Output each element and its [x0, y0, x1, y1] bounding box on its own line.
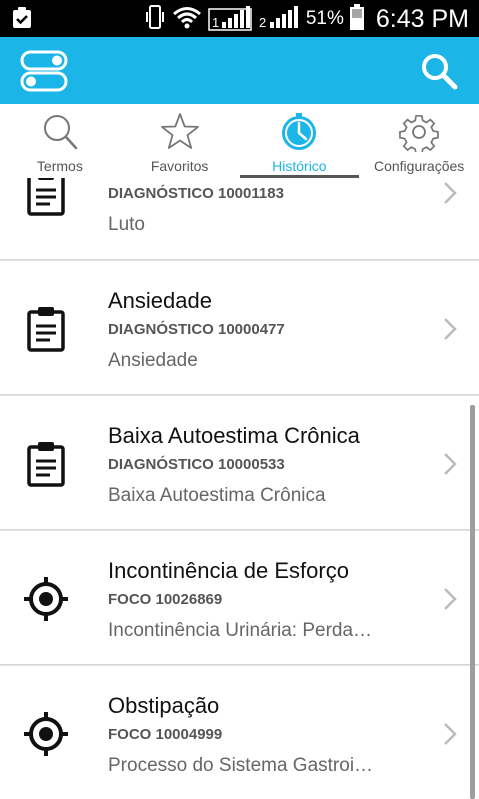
gear-icon — [399, 112, 439, 155]
list-item[interactable]: DIAGNÓSTICO 10001183 Luto — [0, 178, 479, 260]
clipboard-list-icon — [22, 305, 70, 353]
clipboard-list-icon — [22, 178, 70, 217]
tab-label: Configurações — [373, 158, 465, 174]
app-bar — [0, 37, 479, 104]
wifi-icon — [172, 5, 202, 34]
list-item[interactable]: Baixa Autoestima Crônica DIAGNÓSTICO 100… — [0, 395, 479, 530]
target-icon — [22, 710, 70, 758]
tab-label: Histórico — [272, 158, 327, 174]
scrollbar[interactable] — [470, 405, 475, 799]
item-description: Luto — [108, 214, 145, 235]
chevron-right-icon — [443, 587, 457, 611]
vibrate-icon — [144, 4, 166, 35]
item-code: DIAGNÓSTICO 10000477 — [108, 321, 285, 338]
tab-bar: Termos Favoritos Histórico Configurações — [0, 104, 479, 178]
magnifier-icon — [40, 112, 80, 152]
svg-text:1: 1 — [212, 15, 219, 30]
item-title: Ansiedade — [108, 288, 212, 313]
item-description: Ansiedade — [108, 350, 198, 371]
chevron-right-icon — [443, 452, 457, 476]
toggle-switches-icon[interactable] — [20, 49, 68, 93]
item-code: DIAGNÓSTICO 10000533 — [108, 456, 285, 473]
tab-termos[interactable]: Termos — [0, 104, 120, 178]
svg-text:2: 2 — [259, 15, 266, 30]
star-icon — [160, 112, 200, 152]
chevron-right-icon — [443, 181, 457, 205]
item-code: FOCO 10026869 — [108, 591, 223, 608]
item-description: Incontinência Urinária: Perda… — [108, 620, 373, 641]
item-code: DIAGNÓSTICO 10001183 — [108, 185, 284, 202]
tab-favoritos[interactable]: Favoritos — [120, 104, 240, 178]
status-time: 6:43 PM — [375, 4, 469, 33]
status-bar: 1 2 51% 6:43 PM — [0, 0, 479, 37]
list-item[interactable]: Ansiedade DIAGNÓSTICO 10000477 Ansiedade — [0, 260, 479, 395]
history-list[interactable]: DIAGNÓSTICO 10001183 Luto Ansiedade DIAG… — [0, 178, 479, 799]
item-description: Baixa Autoestima Crônica — [108, 485, 326, 506]
list-item[interactable]: Obstipação FOCO 10004999 Processo do Sis… — [0, 665, 479, 799]
target-icon — [22, 575, 70, 623]
chevron-right-icon — [443, 317, 457, 341]
clipboard-check-icon — [10, 6, 34, 35]
item-code: FOCO 10004999 — [108, 726, 223, 743]
battery-percent: 51% — [305, 8, 344, 29]
list-item[interactable]: Incontinência de Esforço FOCO 10026869 I… — [0, 530, 479, 665]
tab-label: Favoritos — [150, 158, 209, 174]
clock-icon — [279, 112, 319, 152]
clipboard-list-icon — [22, 440, 70, 488]
signal-sim1-icon: 1 — [208, 3, 252, 36]
signal-sim2-icon: 2 — [258, 3, 300, 36]
item-description: Processo do Sistema Gastroi… — [108, 755, 374, 776]
tab-configuracoes[interactable]: Configurações — [359, 104, 479, 178]
chevron-right-icon — [443, 722, 457, 746]
item-title: Obstipação — [108, 693, 220, 718]
item-title: Baixa Autoestima Crônica — [108, 423, 360, 448]
tab-label: Termos — [36, 158, 83, 174]
tab-historico[interactable]: Histórico — [239, 104, 360, 178]
item-title: Incontinência de Esforço — [108, 558, 349, 583]
battery-icon — [349, 3, 364, 35]
search-icon[interactable] — [419, 51, 459, 91]
